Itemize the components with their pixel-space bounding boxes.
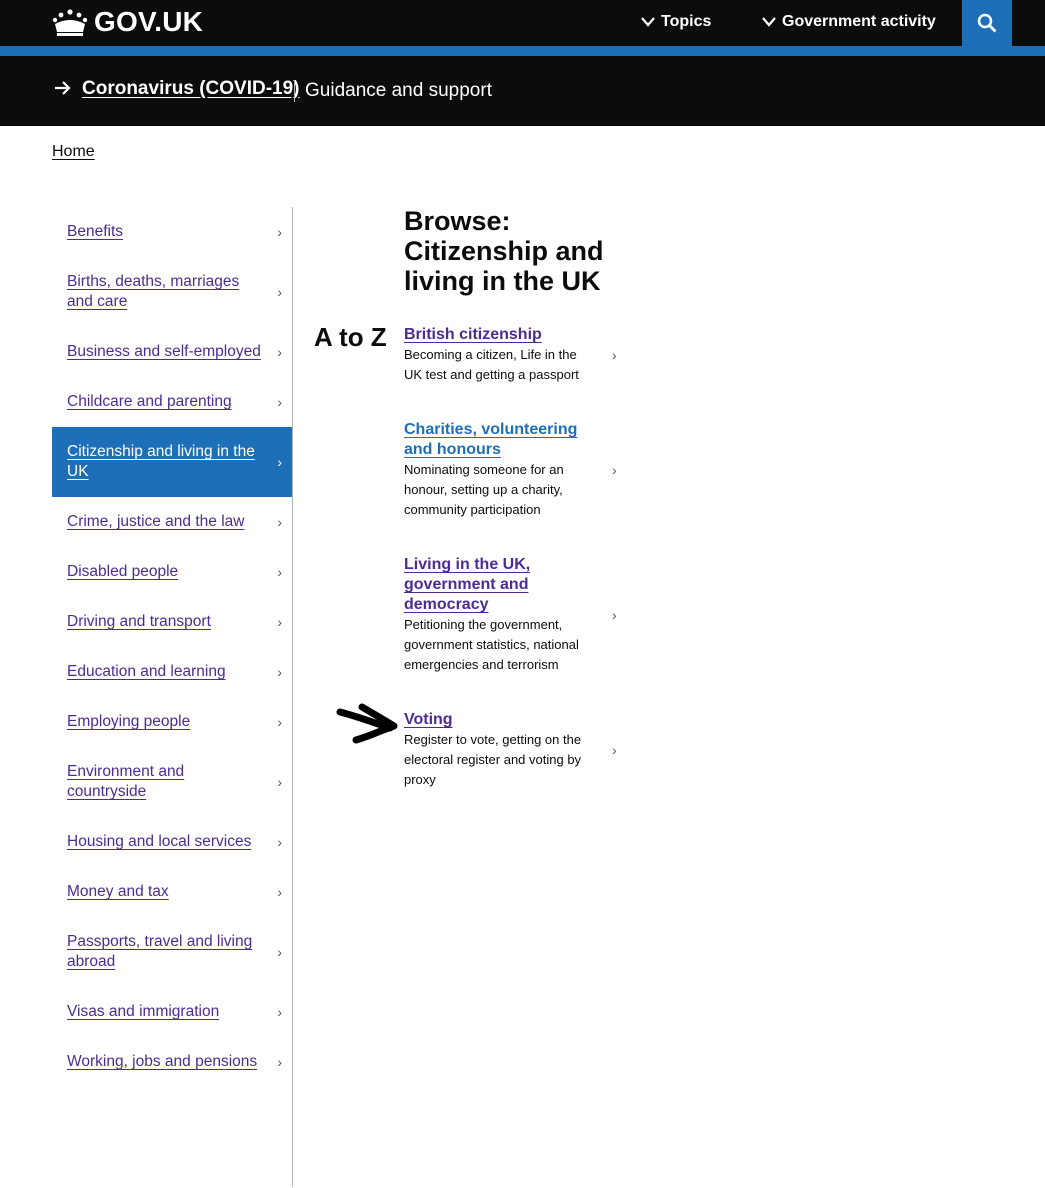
sidebar-item-label: Crime, justice and the law — [67, 513, 245, 530]
sidebar-item[interactable]: Childcare and parenting › — [52, 377, 292, 427]
topics-menu-button[interactable]: Topics — [641, 10, 711, 34]
sidebar-item-label: Visas and immigration — [67, 1003, 220, 1020]
chevron-down-icon — [762, 17, 776, 27]
a-to-z-link[interactable]: A to Z — [314, 322, 387, 353]
sidebar: Benefits › Births, deaths, marriages and … — [52, 207, 292, 1087]
subsection-list: British citizenship Becoming a citizen, … — [404, 325, 624, 790]
sidebar-item-label: Business and self-employed — [67, 343, 261, 360]
chevron-right-icon: › — [277, 224, 282, 240]
sidebar-item-label: Employing people — [67, 713, 191, 730]
subsection-item[interactable]: Living in the UK, government and democra… — [404, 555, 624, 675]
annotation-arrow-icon — [336, 703, 398, 744]
sidebar-item[interactable]: Crime, justice and the law › — [52, 497, 292, 547]
sidebar-item[interactable]: Education and learning › — [52, 647, 292, 697]
sidebar-item-label: Disabled people — [67, 563, 179, 580]
chevron-right-icon: › — [277, 564, 282, 580]
chevron-right-icon: › — [277, 1054, 282, 1070]
sidebar-item-label: Education and learning — [67, 663, 226, 680]
chevron-right-icon: › — [277, 944, 282, 960]
subsection-description: Nominating someone for an honour, settin… — [404, 462, 564, 517]
topics-label: Topics — [661, 13, 712, 30]
subsection-item[interactable]: Charities, volunteering and honours Nomi… — [404, 420, 624, 520]
chevron-right-icon: › — [277, 344, 282, 360]
search-icon — [977, 13, 997, 33]
subsection-title[interactable]: British citizenship — [404, 325, 594, 345]
chevron-right-icon: › — [277, 884, 282, 900]
sidebar-item[interactable]: Births, deaths, marriages and care › — [52, 257, 292, 327]
sidebar-item[interactable]: Driving and transport › — [52, 597, 292, 647]
sidebar-item-label: Environment and countryside — [67, 763, 185, 800]
banner-divider — [294, 80, 295, 102]
sidebar-item[interactable]: Disabled people › — [52, 547, 292, 597]
chevron-right-icon: › — [277, 514, 282, 530]
covid-banner: Coronavirus (COVID-19) Guidance and supp… — [0, 56, 1045, 126]
sidebar-item[interactable]: Visas and immigration › — [52, 987, 292, 1037]
sidebar-item[interactable]: Employing people › — [52, 697, 292, 747]
sidebar-item-label: Driving and transport — [67, 613, 211, 630]
chevron-right-icon: › — [277, 284, 282, 300]
search-button[interactable] — [962, 0, 1012, 46]
chevron-right-icon: › — [612, 607, 617, 623]
sidebar-item-label: Benefits — [67, 223, 124, 240]
sidebar-item-label: Passports, travel and living abroad — [67, 933, 253, 970]
subsection-item[interactable]: British citizenship Becoming a citizen, … — [404, 325, 624, 385]
sidebar-item-label: Childcare and parenting — [67, 393, 232, 410]
sidebar-item[interactable]: Passports, travel and living abroad › — [52, 917, 292, 987]
sidebar-item-label: Housing and local services — [67, 833, 252, 850]
crown-icon — [52, 9, 88, 36]
sidebar-item[interactable]: Money and tax › — [52, 867, 292, 917]
site-header: GOV.UK Topics Government activity — [0, 0, 1045, 46]
subsection-description: Register to vote, getting on the elector… — [404, 732, 582, 787]
sidebar-item-label: Citizenship and living in the UK — [67, 443, 255, 480]
chevron-right-icon: › — [277, 834, 282, 850]
sidebar-item[interactable]: Housing and local services › — [52, 817, 292, 867]
sidebar-item-label: Money and tax — [67, 883, 169, 900]
sidebar-item-label: Working, jobs and pensions — [67, 1053, 258, 1070]
chevron-right-icon: › — [277, 664, 282, 680]
covid-link[interactable]: Coronavirus (COVID-19) — [82, 78, 299, 100]
chevron-down-icon — [641, 17, 655, 27]
sidebar-item-active[interactable]: Citizenship and living in the UK › — [52, 427, 292, 497]
subsection-item[interactable]: Voting Register to vote, getting on the … — [404, 710, 624, 790]
sidebar-item[interactable]: Working, jobs and pensions › — [52, 1037, 292, 1087]
chevron-right-icon: › — [277, 1004, 282, 1020]
header-accent-stripe — [0, 46, 1045, 56]
chevron-right-icon: › — [277, 394, 282, 410]
sidebar-item-label: Births, deaths, marriages and care — [67, 273, 240, 310]
breadcrumb-home[interactable]: Home — [52, 143, 95, 161]
logo-text: GOV.UK — [94, 6, 204, 37]
page-title: Browse: Citizenship and living in the UK — [404, 206, 604, 296]
chevron-right-icon: › — [277, 774, 282, 790]
sidebar-item[interactable]: Business and self-employed › — [52, 327, 292, 377]
subsection-title[interactable]: Voting — [404, 710, 594, 730]
government-activity-menu-button[interactable]: Government activity — [762, 10, 936, 34]
sidebar-item[interactable]: Environment and countryside › — [52, 747, 292, 817]
govuk-logo-link[interactable]: GOV.UK — [52, 5, 203, 39]
sidebar-item[interactable]: Benefits › — [52, 207, 292, 257]
chevron-right-icon: › — [612, 742, 617, 758]
subsection-title[interactable]: Charities, volunteering and honours — [404, 420, 594, 460]
sidebar-divider — [292, 207, 293, 1187]
arrow-right-icon — [55, 81, 71, 95]
covid-subtitle: Guidance and support — [305, 80, 492, 101]
government-activity-label: Government activity — [782, 13, 936, 30]
subsection-title[interactable]: Living in the UK, government and democra… — [404, 555, 594, 615]
chevron-right-icon: › — [277, 714, 282, 730]
chevron-right-icon: › — [612, 462, 617, 478]
chevron-right-icon: › — [612, 347, 617, 363]
subsection-description: Becoming a citizen, Life in the UK test … — [404, 347, 579, 382]
subsection-description: Petitioning the government, government s… — [404, 617, 579, 672]
chevron-right-icon: › — [277, 454, 282, 470]
chevron-right-icon: › — [277, 614, 282, 630]
